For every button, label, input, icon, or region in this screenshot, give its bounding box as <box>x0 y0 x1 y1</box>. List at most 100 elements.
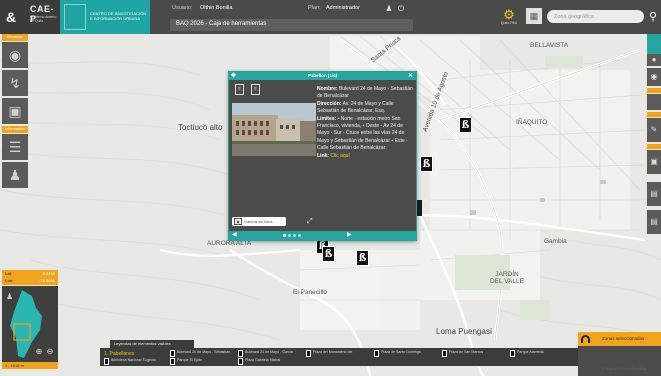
layers-button[interactable]: ▦ <box>526 8 542 24</box>
right-tab-2[interactable] <box>647 112 661 117</box>
area-select-button[interactable]: ▣ <box>2 98 28 124</box>
pabellon-legend-icon <box>306 350 311 357</box>
pabellon-legend-icon <box>510 350 515 357</box>
area-select-icon: ▣ <box>8 103 22 119</box>
pager-dot[interactable] <box>298 234 301 237</box>
tab-information[interactable]: Información <box>2 126 28 133</box>
right-tool-eye[interactable]: ◉ <box>647 68 661 86</box>
ciu-mark-icon <box>64 4 86 30</box>
profile-label: Plan: <box>308 5 321 11</box>
legend-item-label: Biblioteca Nacional Eugenio <box>111 358 156 362</box>
lat-value: -0.2158 <box>41 271 55 276</box>
left-toolbar: Ubicación ◉ ↯ ▣ Información ☰ ♟ <box>0 34 30 204</box>
previous-arrow-icon[interactable]: ◀ <box>232 231 237 240</box>
map-attribution: © Mapbox © OpenStreetMap <box>602 367 648 371</box>
pdf-icon[interactable]: ≡ <box>235 84 244 95</box>
selected-zones-label: Zonas seleccionadas <box>602 336 645 341</box>
pabellon-legend-icon <box>170 358 175 365</box>
ruler-icon: ✎ <box>650 125 658 134</box>
pager-dot[interactable] <box>288 234 291 237</box>
name-label: Nombre: <box>317 86 338 92</box>
right-tool-layers[interactable] <box>647 34 661 54</box>
legend-item-label: Plaza del Monasterio del <box>313 350 353 354</box>
user-icon[interactable]: ♟ <box>384 4 394 14</box>
top-bar: & CAE-P Gobierno Abierto de Quito Centro… <box>0 0 661 34</box>
route-button[interactable]: ↯ <box>2 70 28 96</box>
logo-subtitle: Gobierno Abierto de Quito <box>30 15 57 23</box>
right-tool-blank[interactable] <box>647 94 661 110</box>
legend-item-label: Plaza de Santo Domingo <box>381 350 421 354</box>
cae-logo-icon: & <box>6 9 17 25</box>
user-layers-button[interactable]: ♟ <box>2 162 28 188</box>
map-label-jardin: JARDÍN DEL VALLE <box>490 271 524 285</box>
pabellon-marker[interactable]: ß <box>322 246 335 262</box>
details-link[interactable]: Clic aquí <box>330 153 349 159</box>
gallery-button[interactable]: ▣ Galería de fotos <box>232 217 286 226</box>
pabellon-marker[interactable]: ß <box>459 117 472 133</box>
ciu-logo[interactable]: Centro de Investigación e Información Ur… <box>60 0 150 34</box>
pabellon-marker[interactable]: ß <box>356 250 369 266</box>
info-popup: ✥ Pabellón (1/4) ✕ ≡ ≡ Nombre: Bulevard … <box>228 71 417 241</box>
legend-group-label: 1. Pabellones <box>104 351 135 357</box>
location-pin-icon: ◉ <box>8 47 22 63</box>
limits-label: Límites: <box>317 115 337 122</box>
legend-item: Bulevard 24 de Mayo - Garcia <box>238 350 293 358</box>
pabellon-legend-icon <box>238 358 243 365</box>
eye-icon: ◉ <box>650 72 658 81</box>
legend-item-label: Bulevard 24 de Mayo - Garcia <box>245 350 293 354</box>
popup-pager: ◀ ▶ <box>229 231 416 240</box>
map-label-gambia: Gambia <box>544 238 567 245</box>
expand-icon[interactable]: ⤢ <box>307 218 313 226</box>
pager-dot[interactable] <box>283 234 286 237</box>
pabellon-legend-icon <box>442 350 447 357</box>
location-pin-button[interactable]: ◉ <box>2 42 28 68</box>
lon-value: -78.5093 <box>39 278 55 283</box>
right-tool-toggle[interactable]: ● <box>647 54 661 66</box>
layers-stack-icon: ☰ <box>8 139 22 155</box>
zoom-in-button[interactable]: ⊕ <box>34 347 44 357</box>
document-icon[interactable]: ≡ <box>251 84 260 95</box>
user-layers-icon: ♟ <box>8 167 22 183</box>
right-tab-3[interactable] <box>647 144 661 149</box>
pabellon-marker[interactable]: ß <box>420 156 433 172</box>
legend-item: Biblioteca Nacional Eugenio <box>104 358 156 366</box>
legend-item: Plaza de Santo Domingo <box>374 350 421 358</box>
zones-arch-icon <box>581 335 590 343</box>
legend-title: Leyendas de elementos visibles <box>110 340 194 348</box>
next-arrow-icon[interactable]: ▶ <box>347 231 352 240</box>
legend-item-label: Plaza de San Marcos <box>449 350 484 354</box>
settings-button[interactable]: ⚙ Quito PAU <box>498 8 520 25</box>
coordinates-box: Lat: -0.2158 Lon: -78.5093 <box>2 270 58 285</box>
app-logo[interactable]: & CAE-P Gobierno Abierto de Quito <box>0 0 60 34</box>
settings-label: Quito PAU <box>500 21 518 25</box>
pabellon-legend-icon <box>374 350 379 357</box>
right-tool-ruler[interactable]: ✎ <box>647 118 661 142</box>
layers-stack-button[interactable]: ☰ <box>2 134 28 160</box>
pabellon-legend-icon <box>238 350 243 357</box>
right-tool-camera[interactable]: ▣ <box>647 150 661 174</box>
logout-icon[interactable]: ⏻ <box>396 4 406 14</box>
toggle-icon: ● <box>651 55 657 64</box>
selected-zones-header[interactable]: Zonas seleccionadas <box>578 332 661 346</box>
share-icon: ▤ <box>650 217 658 226</box>
search-input[interactable] <box>547 10 644 23</box>
tab-location[interactable]: Ubicación <box>2 34 28 41</box>
gear-icon: ⚙ <box>503 7 515 22</box>
user-value: Olthin Bonilla <box>200 5 233 11</box>
pavilion-photo <box>232 103 316 156</box>
right-tab-1[interactable] <box>647 88 661 93</box>
right-tool-share[interactable]: ▤ <box>647 210 661 234</box>
move-icon[interactable]: ✥ <box>231 72 236 80</box>
lat-label: Lat: <box>5 271 13 276</box>
camera-icon: ▣ <box>650 157 658 166</box>
pager-dot[interactable] <box>293 234 296 237</box>
map-label-inaquito: IÑAQUITO <box>516 119 548 126</box>
zoom-out-button[interactable]: ⊖ <box>45 347 55 357</box>
search-icon[interactable]: ⚲ <box>649 10 661 24</box>
address-label: Dirección: <box>317 100 342 107</box>
right-tool-print[interactable]: ▤ <box>647 182 661 206</box>
popup-header[interactable]: ✥ Pabellón (1/4) ✕ <box>229 72 416 80</box>
close-icon[interactable]: ✕ <box>408 72 413 80</box>
profile-value: Administrador <box>326 5 360 11</box>
legend-item: Bulevard 24 de Mayo - Sebastián <box>170 350 230 358</box>
